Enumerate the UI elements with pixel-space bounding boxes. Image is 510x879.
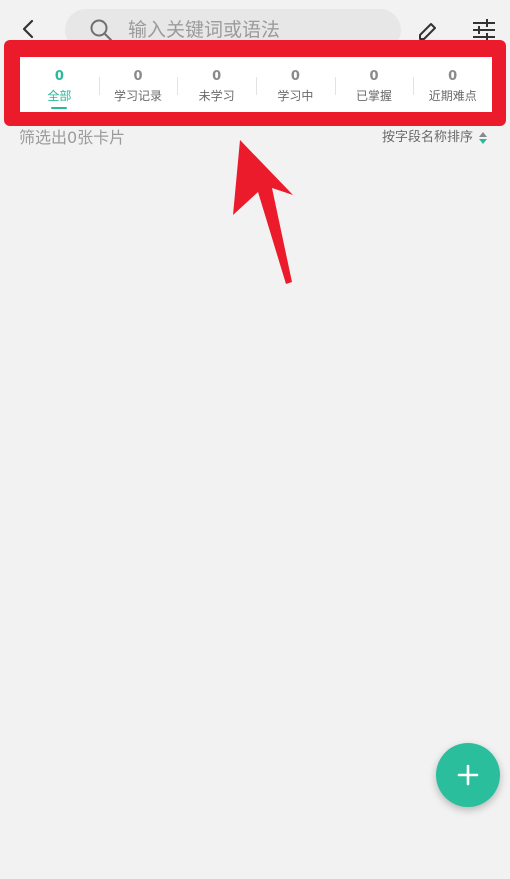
red-arrow-annotation: [233, 140, 293, 284]
sort-button[interactable]: 按字段名称排序: [382, 130, 488, 146]
tab-studying[interactable]: 0 学习中: [256, 57, 335, 112]
tab-label: 全部: [47, 89, 72, 103]
tab-count: 0: [448, 69, 458, 84]
tab-count: 0: [54, 69, 64, 84]
plus-icon: [457, 764, 479, 786]
tab-all[interactable]: 0 全部: [20, 57, 99, 112]
tab-label: 近期难点: [428, 89, 477, 103]
tab-count: 0: [133, 69, 143, 84]
search-icon: [90, 19, 112, 41]
tab-label: 未学习: [198, 89, 235, 103]
tab-label: 学习记录: [114, 89, 163, 103]
tab-count: 0: [212, 69, 222, 84]
tab-recent-difficult[interactable]: 0 近期难点: [413, 57, 492, 112]
sort-label: 按字段名称排序: [381, 130, 473, 145]
tab-count: 0: [369, 69, 379, 84]
tab-count: 0: [290, 69, 300, 84]
tab-label: 学习中: [277, 89, 314, 103]
back-icon[interactable]: [16, 16, 42, 42]
result-count: 筛选出0张卡片: [19, 128, 126, 147]
status-tabs: 0 全部 0 学习记录 0 未学习 0 学习中 0 已掌握 0 近期难点: [20, 57, 492, 112]
active-tab-indicator: [51, 107, 68, 109]
tab-label: 已掌握: [356, 89, 393, 103]
tab-not-studied[interactable]: 0 未学习: [177, 57, 256, 112]
tab-mastered[interactable]: 0 已掌握: [334, 57, 414, 112]
sort-icon: [479, 132, 487, 144]
tab-study-record[interactable]: 0 学习记录: [98, 57, 178, 112]
add-card-button[interactable]: [436, 743, 500, 807]
